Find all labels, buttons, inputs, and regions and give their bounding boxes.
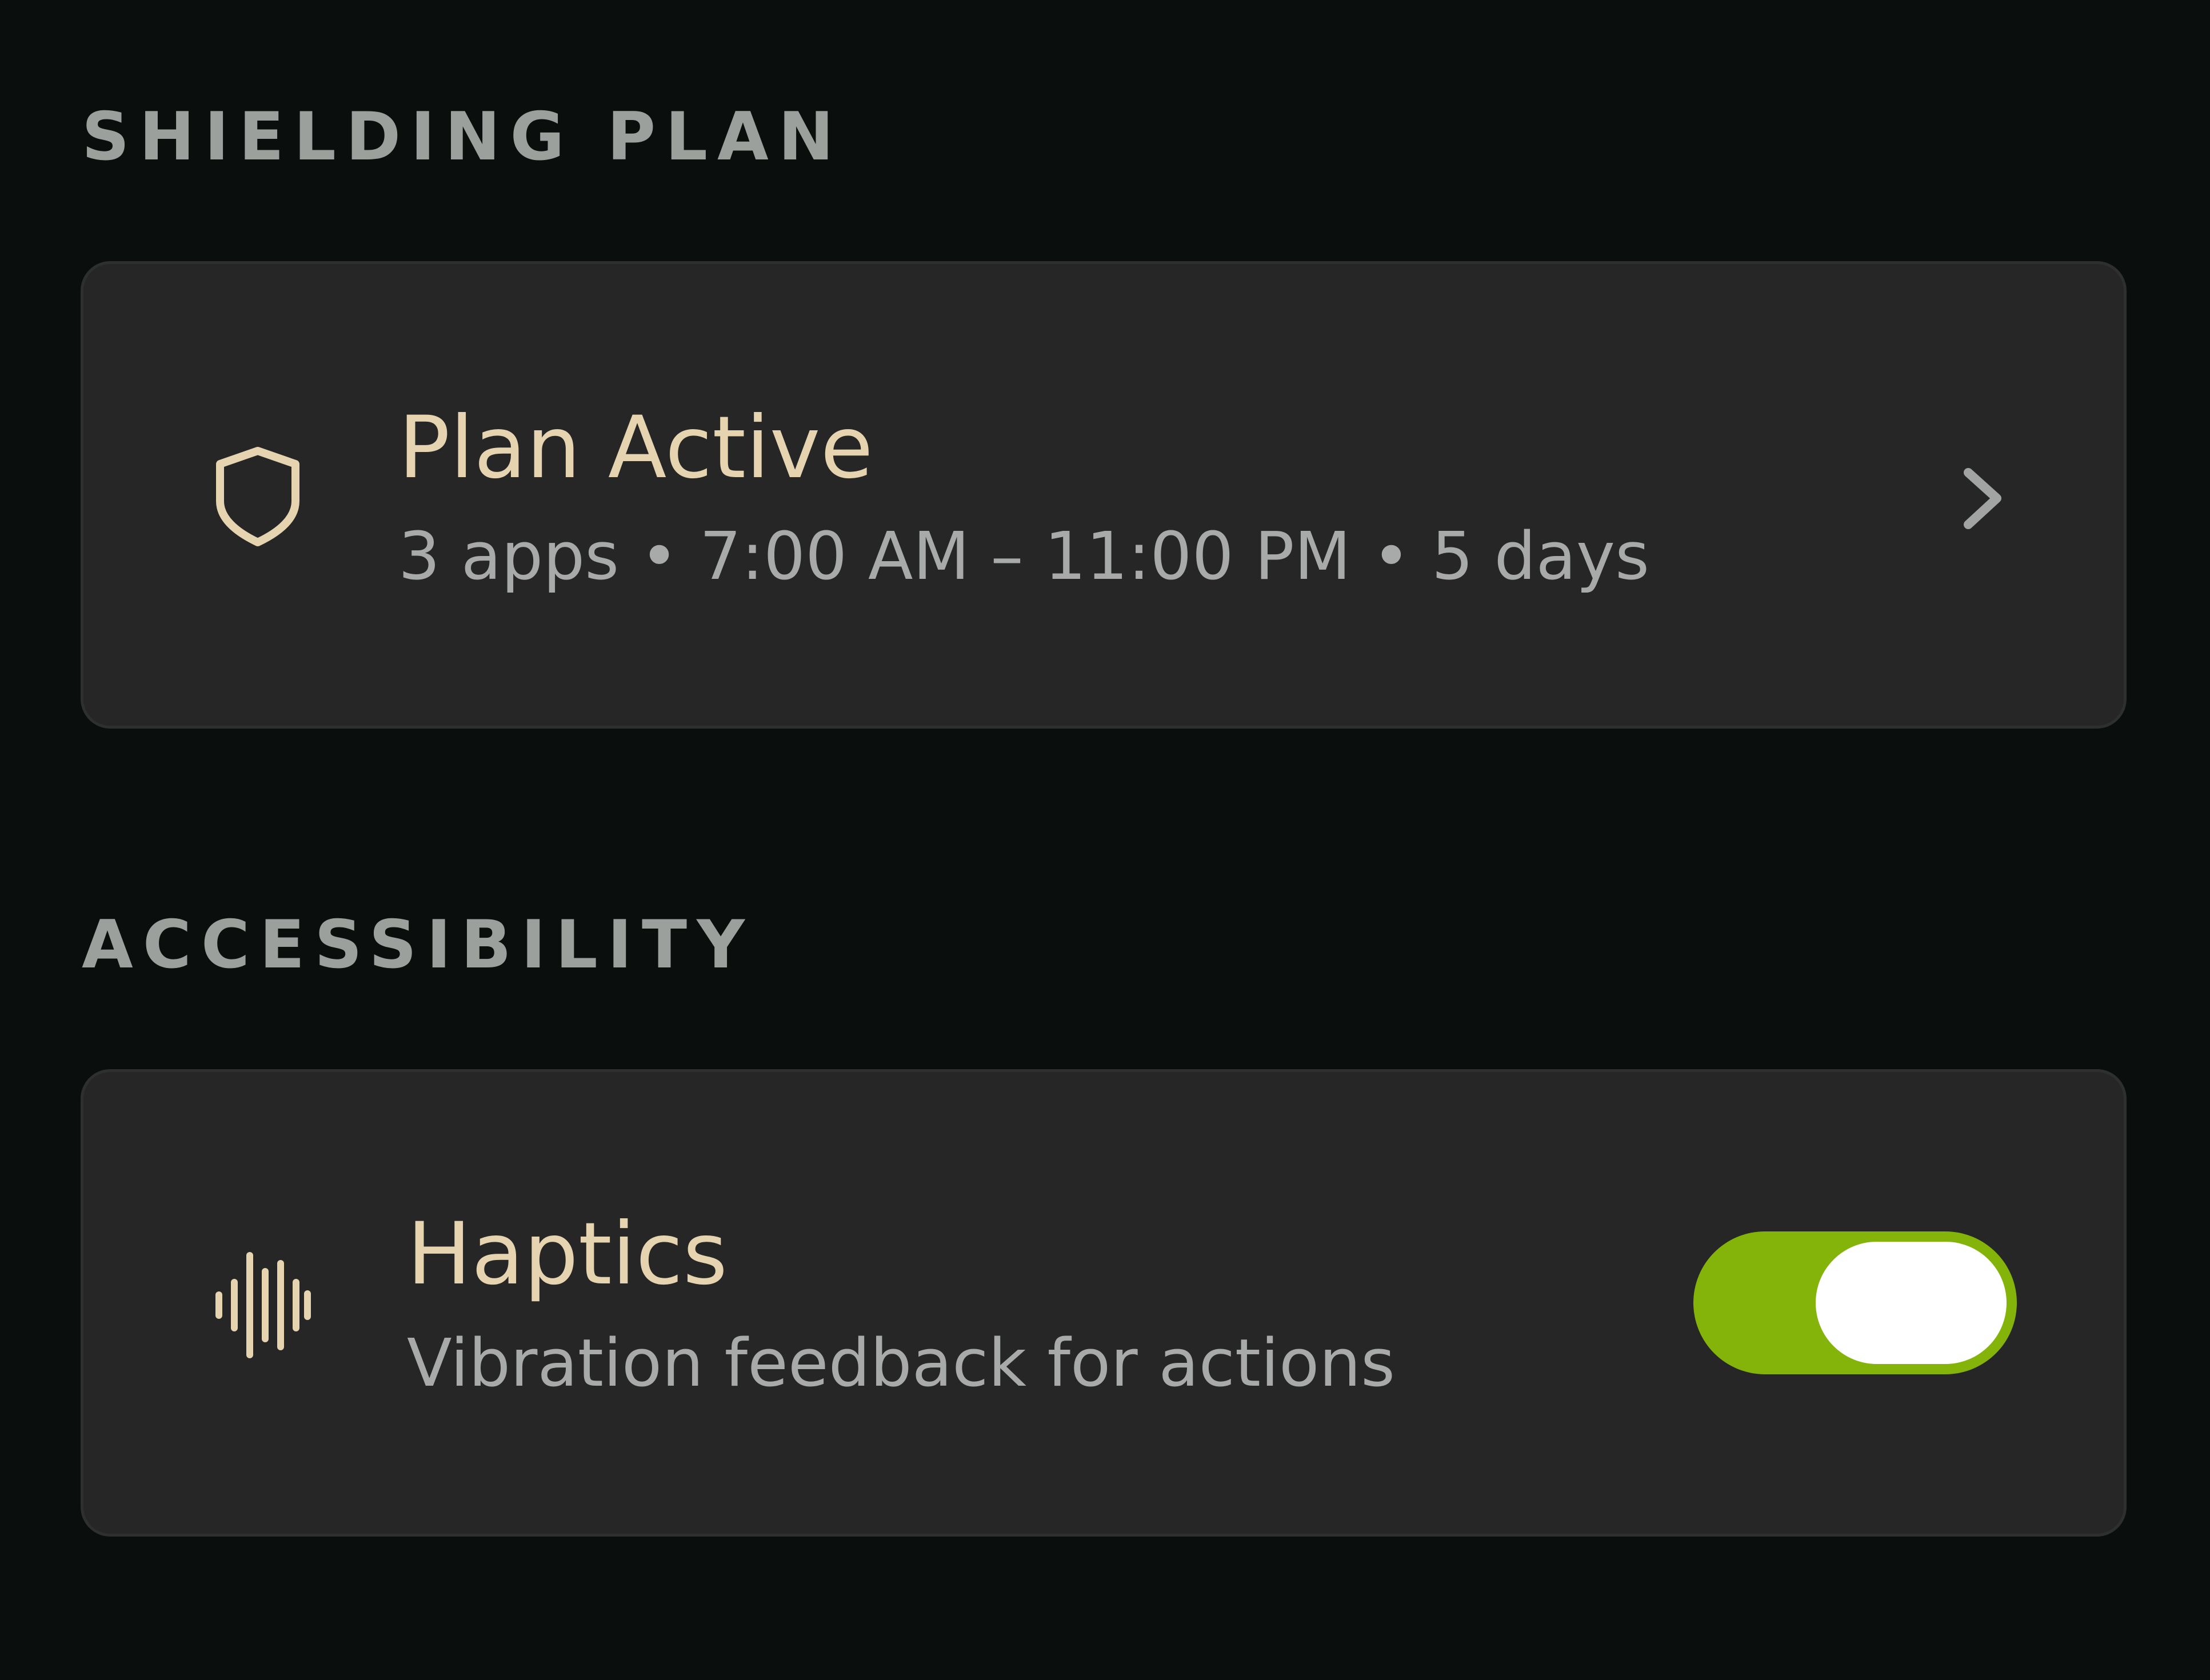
section-header-accessibility: ACCESSIBILITY [82,906,755,983]
plan-title: Plan Active [398,398,873,498]
shield-icon [216,447,299,546]
toggle-knob [1816,1242,2007,1364]
waveform-icon [215,1252,311,1358]
haptics-title: Haptics [407,1205,728,1304]
haptics-card: Haptics Vibration feedback for actions [81,1069,2127,1537]
shielding-plan-card[interactable]: Plan Active 3 apps • 7:00 AM – 11:00 PM … [81,261,2127,729]
haptics-subtitle: Vibration feedback for actions [407,1325,1396,1402]
section-header-shielding-plan: SHIELDING PLAN [82,98,844,175]
plan-subtitle: 3 apps • 7:00 AM – 11:00 PM • 5 days [398,518,1649,595]
chevron-right-icon[interactable] [1960,466,2006,531]
haptics-toggle[interactable] [1693,1231,2017,1374]
